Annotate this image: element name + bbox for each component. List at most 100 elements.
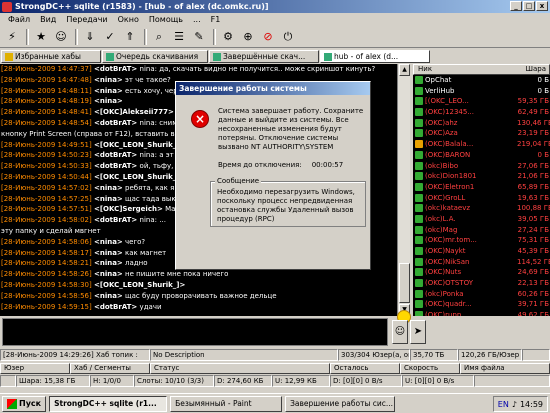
taskbar-button[interactable]: Завершение работы сис... <box>285 395 396 412</box>
message-nick[interactable]: <[OKC_LEON_Shurik_]> <box>94 141 185 149</box>
user-row[interactable]: [(OKC_LEO... 59,35 ГБ <box>413 96 550 107</box>
transfer-column[interactable]: Статус <box>150 363 330 374</box>
message-nick[interactable]: <nina> <box>94 270 123 278</box>
message-nick[interactable]: <[OKC]Alekseii777> <box>94 108 174 116</box>
transfer-column[interactable]: Юзер <box>0 363 70 374</box>
message-nick[interactable]: <nina> <box>94 76 123 84</box>
close-button[interactable]: x <box>536 1 548 11</box>
message-nick[interactable]: <nina> <box>94 195 123 203</box>
transfer-column[interactable]: Хаб / Сегменты <box>70 363 150 374</box>
message-nick[interactable]: <dotBrAT> <box>94 151 137 159</box>
message-nick[interactable]: <dotBrAT> <box>94 303 137 311</box>
user-row[interactable]: (okc)L.A. 39,05 ГБ <box>413 214 550 225</box>
menu-item-2[interactable]: Передачи <box>61 15 112 24</box>
user-row[interactable]: (OKC)ahz 130,46 ГБ <box>413 118 550 129</box>
user-row[interactable]: (OKC)Nuts 24,69 ГБ <box>413 267 550 278</box>
message-nick[interactable]: <nina> <box>94 97 123 105</box>
menu-item-4[interactable]: Помощь <box>144 15 188 24</box>
windows-logo-icon <box>7 398 17 409</box>
emoticon-button[interactable]: ☺ <box>392 320 408 344</box>
message-nick[interactable]: <nina> <box>94 238 123 246</box>
notepad-icon[interactable]: ✎ <box>190 28 208 46</box>
user-share: 114,52 ГБ <box>517 257 550 266</box>
message-nick[interactable]: <[OKC_LEON_Shurik_]> <box>94 173 185 181</box>
message-timestamp: [28-Июнь-2009 14:50:33] <box>1 162 92 171</box>
message-nick[interactable]: <dotBrAT> <box>94 119 137 127</box>
message-nick[interactable]: <[OKC_LEON_Shurik_]> <box>94 281 185 289</box>
menu-item-6[interactable]: F1 <box>206 15 226 24</box>
user-row[interactable]: (okc)kataevz 100,88 ГБ <box>413 203 550 214</box>
column-share[interactable]: Шара <box>509 65 549 74</box>
transfer-column[interactable]: Имя файла <box>460 363 550 374</box>
tab-1[interactable]: Очередь скачивания <box>102 50 208 63</box>
message-nick[interactable]: <dotBrAT> <box>94 216 137 224</box>
user-row[interactable]: (okc)Mag 27,24 ГБ <box>413 225 550 236</box>
user-row[interactable]: (OKC)BARON 0 Б <box>413 150 550 161</box>
scroll-thumb[interactable] <box>399 263 410 303</box>
user-row[interactable]: (okc)Bibo 27,06 ГБ <box>413 161 550 172</box>
transfer-column[interactable]: Скорость <box>400 363 460 374</box>
status-upload-rate: U: [0][0] 0 B/s <box>402 375 474 387</box>
message-nick[interactable]: <dotBrAT> <box>94 65 137 73</box>
language-icon[interactable]: EN <box>498 400 509 409</box>
user-row[interactable]: (OKC)mr.tom... 75,31 ГБ <box>413 235 550 246</box>
chat-input[interactable] <box>2 318 388 346</box>
minimize-button[interactable]: _ <box>510 1 522 11</box>
taskbar-button[interactable]: Безымянный - Paint <box>170 395 283 412</box>
scroll-up-button[interactable]: ▲ <box>399 64 410 76</box>
column-nick[interactable]: Ник <box>414 65 509 74</box>
user-row[interactable]: VerliHub 0 Б <box>413 86 550 97</box>
tab-3[interactable]: hub - of alex (d... <box>320 50 430 63</box>
message-nick[interactable]: <dotBrAT> <box>94 162 137 170</box>
users-icon[interactable]: ☺ <box>52 28 70 46</box>
volume-icon[interactable]: ♪ <box>512 400 517 409</box>
user-nick: (OKC)GroLL <box>425 193 466 202</box>
menu-item-1[interactable]: Вид <box>35 15 61 24</box>
user-row[interactable]: (OKC)Eletron1 65,89 ГБ <box>413 182 550 193</box>
tab-2[interactable]: Завершённые скач... <box>209 50 319 63</box>
favorites-icon[interactable]: ★ <box>32 28 50 46</box>
stop-icon[interactable]: ⊘ <box>259 28 277 46</box>
start-button[interactable]: Пуск <box>2 395 47 412</box>
message-timestamp: [28-Июнь-2009 14:58:06] <box>1 237 92 246</box>
chat-message: [28-Июнь-2009 14:58:56] <nina> щас буду … <box>1 291 397 302</box>
message-nick[interactable]: <nina> <box>94 249 123 257</box>
upload-icon[interactable]: ⇑ <box>121 28 139 46</box>
message-nick[interactable]: <nina> <box>94 87 123 95</box>
adl-search-icon[interactable]: ☰ <box>170 28 188 46</box>
shutdown-icon[interactable]: ⏻ <box>279 28 297 46</box>
taskbar-button[interactable]: StrongDC++ sqlite (r1... <box>49 395 168 412</box>
send-button[interactable]: ➤ <box>410 320 426 344</box>
message-nick[interactable]: <nina> <box>94 292 123 300</box>
user-row[interactable]: (OKC)Naykt 45,39 ГБ <box>413 246 550 257</box>
search-icon[interactable]: ⌕ <box>150 28 168 46</box>
finished-icon[interactable]: ✓ <box>101 28 119 46</box>
message-nick[interactable]: <nina> <box>94 184 123 192</box>
user-icon <box>415 86 423 95</box>
message-nick[interactable]: <nina> <box>94 259 123 267</box>
user-row[interactable]: (OKC)NikSan 114,52 ГБ <box>413 257 550 268</box>
user-list-toggle[interactable] <box>522 349 550 361</box>
settings-icon[interactable]: ⚙ <box>219 28 237 46</box>
user-row[interactable]: (okc)Dion1801 21,06 ГБ <box>413 171 550 182</box>
user-row[interactable]: (OKC)GroLL 19,63 ГБ <box>413 193 550 204</box>
user-row[interactable]: (OKC)rupp 49,62 ГБ <box>413 310 550 316</box>
network-icon[interactable]: ⊕ <box>239 28 257 46</box>
transfer-column[interactable]: Осталось <box>330 363 400 374</box>
menu-item-3[interactable]: Окно <box>113 15 144 24</box>
user-row[interactable]: (OKC)Balala... 219,04 ГБ <box>413 139 550 150</box>
queue-icon[interactable]: ⇓ <box>81 28 99 46</box>
tab-0[interactable]: Избранные хабы <box>1 50 101 63</box>
menu-item-5[interactable]: ... <box>188 15 206 24</box>
connect-icon[interactable]: ⚡ <box>3 28 21 46</box>
user-row[interactable]: (OKC)Aza 23,19 ГБ <box>413 128 550 139</box>
message-nick[interactable]: <[OKC]Sergeich> <box>94 205 163 213</box>
maximize-button[interactable]: □ <box>523 1 535 11</box>
user-row[interactable]: OpChat 0 Б <box>413 75 550 86</box>
user-row[interactable]: (OKC)OTSTOY 22,13 ГБ <box>413 278 550 289</box>
chat-scrollbar[interactable]: ▲ ▼ <box>397 64 410 316</box>
user-row[interactable]: (OKC)12345... 62,49 ГБ <box>413 107 550 118</box>
menu-item-0[interactable]: Файл <box>3 15 35 24</box>
user-row[interactable]: (OKC)quadr... 39,71 ГБ <box>413 299 550 310</box>
user-row[interactable]: (okc)Ponka 60,26 ГБ <box>413 289 550 300</box>
